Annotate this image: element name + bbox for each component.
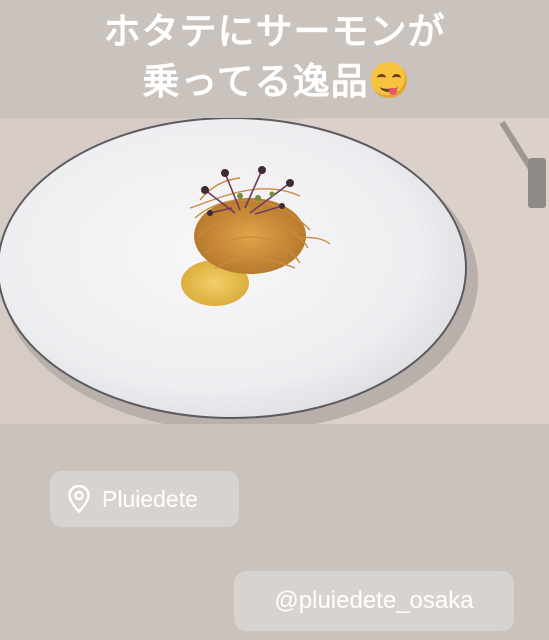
- dish-photo: [0, 118, 549, 424]
- caption-line-2-text: 乗ってる逸品: [142, 59, 369, 103]
- savoring-face-emoji-icon: [370, 62, 407, 98]
- mention-sticker[interactable]: @pluiedete_osaka: [234, 571, 514, 631]
- caption-line-1: ホタテにサーモンが: [103, 9, 446, 53]
- mention-label: @pluiedete_osaka: [274, 587, 474, 614]
- location-pin-icon: [68, 485, 90, 513]
- location-label: Pluiedete: [102, 485, 198, 512]
- location-sticker[interactable]: Pluiedete: [50, 471, 239, 527]
- story-caption: ホタテにサーモンが 乗ってる逸品: [0, 0, 549, 118]
- caption-line-2: 乗ってる逸品: [0, 56, 549, 106]
- plate-illustration: [0, 118, 549, 424]
